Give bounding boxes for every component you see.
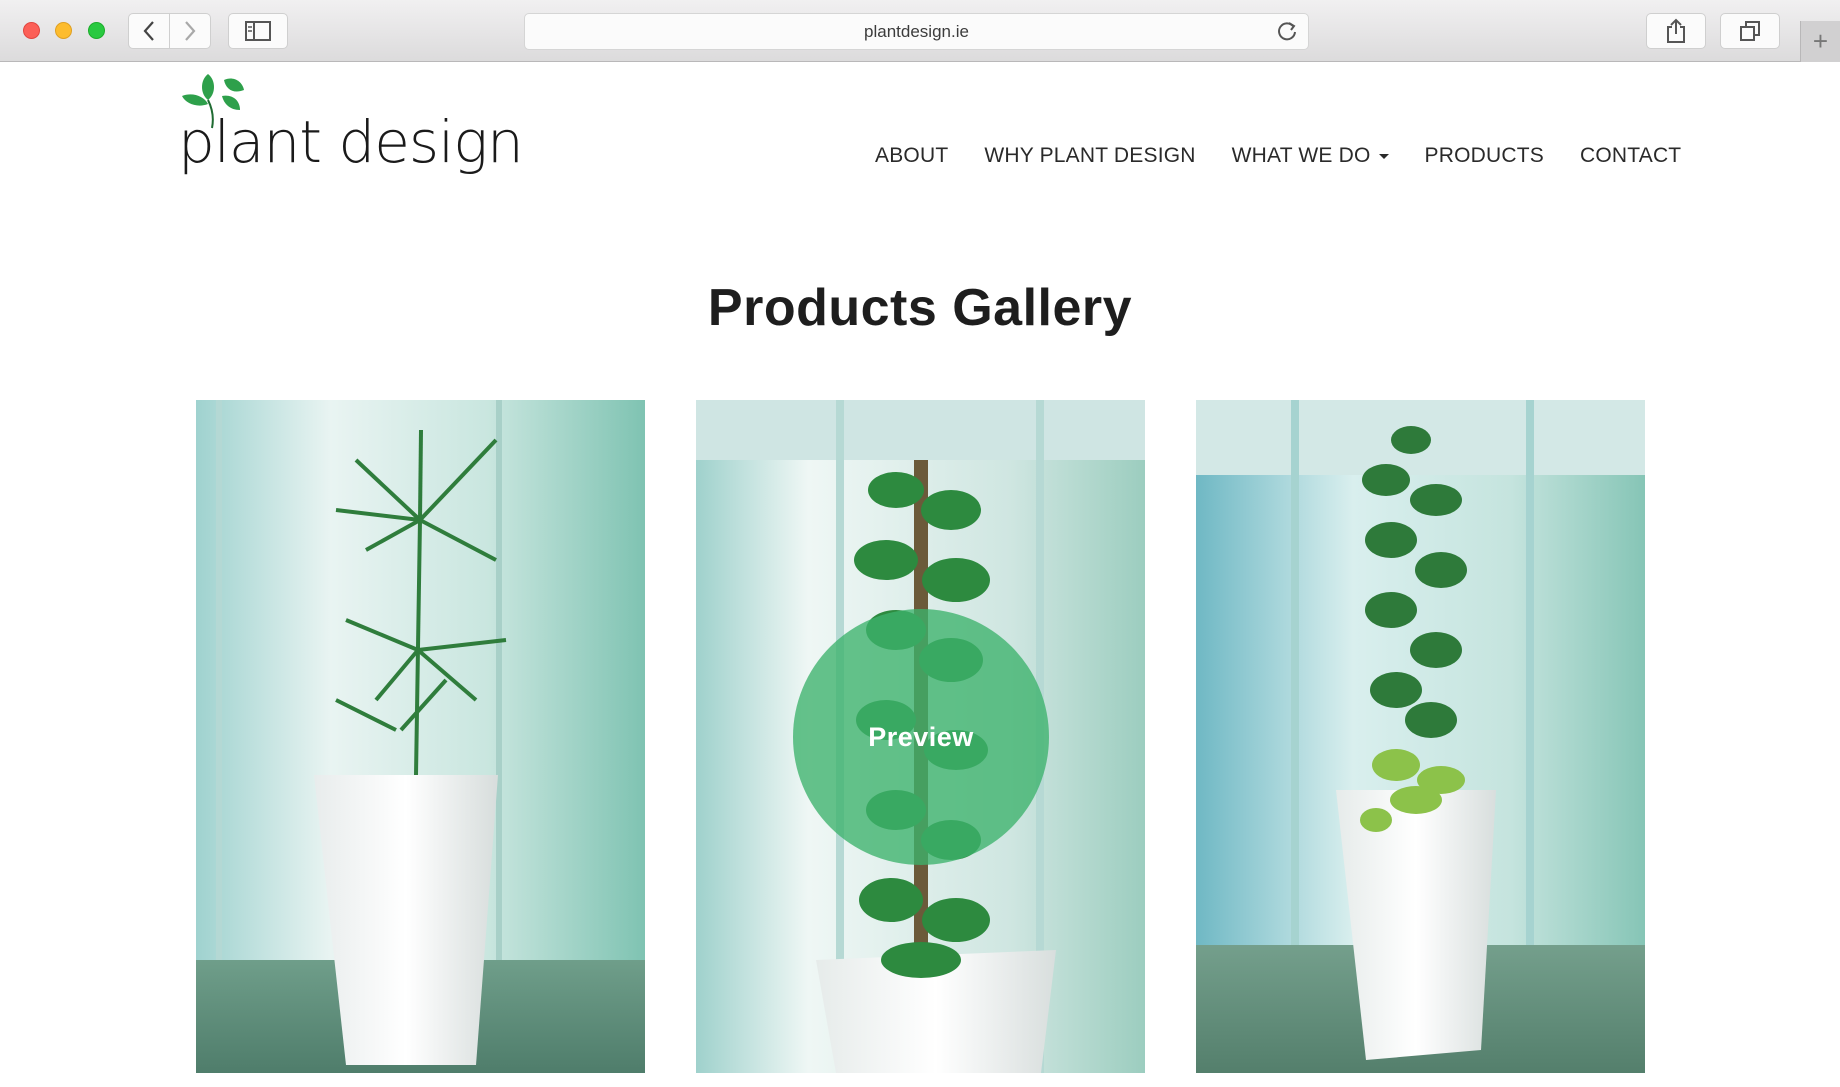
nav-item-what-we-do[interactable]: WHAT WE DO bbox=[1232, 144, 1389, 168]
sidebar-icon bbox=[245, 21, 271, 41]
forward-button[interactable] bbox=[170, 13, 211, 49]
page-title: Products Gallery bbox=[707, 279, 1133, 337]
nav-item-contact[interactable]: CONTACT bbox=[1580, 144, 1681, 168]
nav-item-about[interactable]: ABOUT bbox=[875, 144, 948, 168]
url-text: plantdesign.ie bbox=[864, 21, 969, 41]
close-window-button[interactable] bbox=[23, 22, 40, 39]
gallery-item[interactable] bbox=[1196, 400, 1645, 1073]
address-bar[interactable]: plantdesign.ie bbox=[524, 13, 1309, 50]
chevron-left-icon bbox=[143, 21, 154, 41]
minimize-window-button[interactable] bbox=[55, 22, 72, 39]
reload-icon[interactable] bbox=[1276, 20, 1298, 42]
logo-text: plant design bbox=[178, 108, 524, 176]
preview-button[interactable]: Preview bbox=[793, 609, 1049, 865]
nav-item-products[interactable]: PRODUCTS bbox=[1425, 144, 1544, 168]
zoom-window-button[interactable] bbox=[88, 22, 105, 39]
new-tab-button[interactable]: + bbox=[1800, 21, 1840, 62]
tabs-icon bbox=[1740, 21, 1760, 41]
share-icon bbox=[1667, 18, 1685, 43]
chevron-right-icon bbox=[185, 21, 196, 41]
tabs-button[interactable] bbox=[1720, 13, 1780, 49]
browser-toolbar: plantdesign.ie + bbox=[0, 0, 1840, 62]
gallery-item[interactable] bbox=[196, 400, 645, 1073]
nav-item-why-plant-design[interactable]: WHY PLANT DESIGN bbox=[984, 144, 1195, 168]
gallery-item[interactable]: Preview bbox=[696, 400, 1145, 1073]
product-image bbox=[1196, 400, 1645, 1073]
main-nav: ABOUT WHY PLANT DESIGN WHAT WE DO PRODUC… bbox=[875, 144, 1681, 168]
nav-item-label: WHAT WE DO bbox=[1231, 144, 1371, 167]
plus-icon: + bbox=[1812, 26, 1829, 56]
back-button[interactable] bbox=[128, 13, 170, 49]
caret-down-icon bbox=[1378, 153, 1389, 159]
site-logo[interactable]: plant design bbox=[176, 70, 524, 186]
product-image bbox=[196, 400, 645, 1073]
share-button[interactable] bbox=[1646, 13, 1706, 49]
sidebar-button[interactable] bbox=[228, 13, 288, 49]
